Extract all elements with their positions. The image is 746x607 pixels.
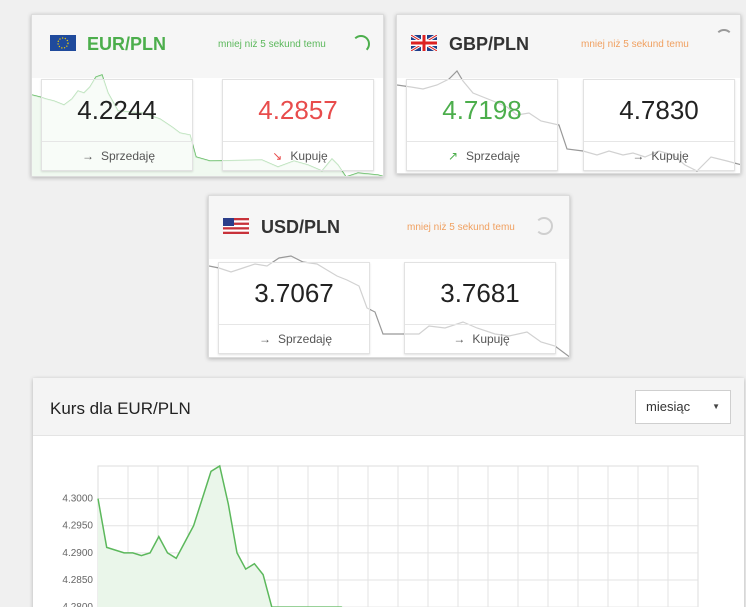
period-select[interactable]: miesiąc ▼	[635, 390, 731, 424]
y-tick-label: 4.3000	[62, 494, 93, 505]
refresh-spinner-icon	[535, 217, 553, 235]
buy-rate-footer: → Kupuję	[405, 324, 555, 353]
sell-rate-value: 4.7198	[442, 95, 522, 125]
arrow-right-icon: →	[453, 332, 466, 346]
update-status: mniej niż 5 sekund temu	[407, 222, 515, 233]
trend-down-icon: ↘	[272, 149, 283, 163]
y-tick-label: 4.2950	[62, 521, 93, 532]
sell-label: Sprzedaję	[277, 332, 333, 346]
sell-rate-box[interactable]: 4.7198 ↗ Sprzedaję	[406, 79, 558, 171]
buy-rate-footer: ↘ Kupuję	[223, 141, 373, 170]
buy-rate-value: 4.2857	[258, 95, 338, 125]
buy-rate-footer: → Kupuję	[584, 141, 734, 170]
sell-rate-box[interactable]: 3.7067 → Sprzedaję	[218, 262, 370, 354]
buy-label: Kupuję	[651, 149, 689, 163]
buy-label: Kupuję	[290, 149, 328, 163]
arrow-right-icon: →	[81, 149, 94, 163]
rate-chart: 4.3000 4.2950 4.2900 4.2850 4.2800	[62, 464, 699, 607]
arrow-right-icon: →	[258, 332, 271, 346]
y-tick-label: 4.2850	[62, 575, 93, 586]
period-select-value: miesiąc	[646, 399, 691, 414]
update-status: mniej niż 5 sekund temu	[218, 39, 326, 50]
sell-rate-value: 3.7067	[254, 278, 334, 308]
refresh-spinner-icon	[715, 29, 733, 47]
update-status: mniej niż 5 sekund temu	[581, 39, 689, 50]
chart-title: Kurs dla EUR/PLN	[50, 399, 191, 418]
trend-up-icon: ↗	[447, 149, 458, 163]
currency-card-gbp-pln: GBP/PLN mniej niż 5 sekund temu 4.7198 ↗…	[396, 14, 741, 174]
sell-label: Sprzedaję	[100, 149, 156, 163]
sell-rate-footer: → Sprzedaję	[219, 324, 369, 353]
sell-rate-footer: → Sprzedaję	[42, 141, 192, 170]
pair-title: EUR/PLN	[87, 34, 167, 54]
currency-card-usd-pln: USD/PLN mniej niż 5 sekund temu 3.7067 →…	[208, 195, 570, 358]
pair-title: GBP/PLN	[449, 34, 530, 54]
currency-card-eur-pln: EUR/PLN mniej niż 5 sekund temu 4.2244 →…	[31, 14, 384, 177]
sell-rate-footer: ↗ Sprzedaję	[407, 141, 557, 170]
uk-flag-icon	[410, 33, 438, 53]
buy-rate-value: 4.7830	[619, 95, 699, 125]
sell-rate-value: 4.2244	[77, 95, 157, 125]
y-tick-label: 4.2900	[62, 548, 93, 559]
eu-flag-icon	[50, 35, 76, 51]
buy-rate-box[interactable]: 3.7681 → Kupuję	[404, 262, 556, 354]
us-flag-icon	[223, 218, 249, 234]
buy-rate-box[interactable]: 4.2857 ↘ Kupuję	[222, 79, 374, 171]
buy-rate-box[interactable]: 4.7830 → Kupuję	[583, 79, 735, 171]
sell-label: Sprzedaję	[465, 149, 521, 163]
y-tick-label: 4.2800	[62, 602, 93, 607]
chart-header: Kurs dla EUR/PLN miesiąc ▼	[33, 378, 744, 436]
caret-down-icon: ▼	[712, 402, 720, 411]
buy-label: Kupuję	[472, 332, 510, 346]
refresh-spinner-icon	[352, 35, 370, 53]
sell-rate-box[interactable]: 4.2244 → Sprzedaję	[41, 79, 193, 171]
pair-title: USD/PLN	[261, 217, 341, 237]
arrow-right-icon: →	[632, 149, 645, 163]
buy-rate-value: 3.7681	[440, 278, 520, 308]
rate-chart-panel: Kurs dla EUR/PLN miesiąc ▼ 4.3000 4.2950 4…	[33, 378, 744, 607]
